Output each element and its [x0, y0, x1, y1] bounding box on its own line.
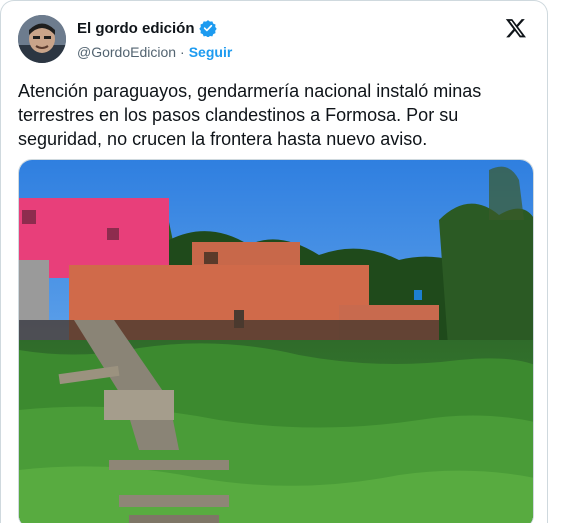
verified-badge-icon — [198, 19, 217, 38]
x-logo-icon[interactable] — [505, 17, 527, 39]
tweet-header: El gordo edición @GordoEdicion · Seguir — [17, 15, 531, 63]
tweet-card: El gordo edición @GordoEdicion · Seguir … — [0, 0, 548, 523]
tweet-photo[interactable] — [18, 159, 534, 523]
display-name[interactable]: El gordo edición — [77, 20, 195, 37]
avatar-image — [18, 15, 66, 63]
avatar[interactable] — [18, 15, 66, 63]
tweet-text: Atención paraguayos, gendarmería naciona… — [18, 81, 482, 149]
author-info: El gordo edición @GordoEdicion · Seguir — [77, 18, 233, 61]
follow-button[interactable]: Seguir — [189, 44, 233, 60]
separator-dot: · — [180, 44, 185, 60]
photo-icon — [19, 160, 533, 523]
handle[interactable]: @GordoEdicion — [77, 44, 176, 60]
